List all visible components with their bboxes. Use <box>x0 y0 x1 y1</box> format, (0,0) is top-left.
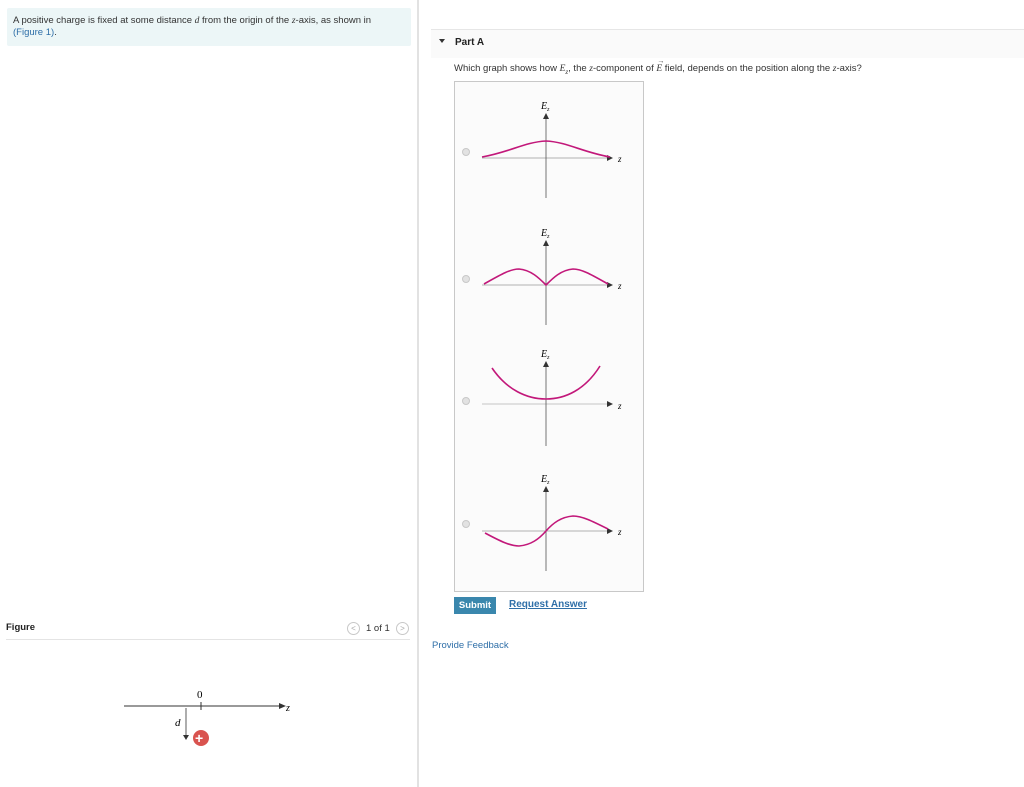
x-axis-arrow-icon <box>607 282 613 288</box>
x-axis-label: z <box>617 527 622 537</box>
y-axis-label: Ez <box>540 101 550 113</box>
answer-choices: Ez z Ez z Ez z Ez z <box>454 81 644 592</box>
figure-pager-text: 1 of 1 <box>366 623 390 634</box>
prev-figure-icon[interactable]: < <box>347 622 360 635</box>
charge-plus-sign: + <box>195 730 203 746</box>
intro-text: A positive charge is fixed at some dista… <box>13 15 371 39</box>
question-mid1: , the <box>568 63 590 74</box>
z-axis-arrow-icon <box>279 703 286 709</box>
y-axis-label: Ez <box>540 349 550 361</box>
submit-button[interactable]: Submit <box>454 597 496 614</box>
distance-arrow-icon <box>183 735 189 740</box>
question-pre: Which graph shows how <box>454 63 560 74</box>
y-axis-label: Ez <box>540 474 550 486</box>
provide-feedback-link[interactable]: Provide Feedback <box>432 640 509 651</box>
vector-arrow-icon: → <box>657 57 665 65</box>
next-figure-icon[interactable]: > <box>396 622 409 635</box>
y-axis-label: Ez <box>540 228 550 240</box>
y-axis-arrow-icon <box>543 361 549 367</box>
x-axis-arrow-icon <box>607 401 613 407</box>
ez-symbol: Ez <box>560 64 569 76</box>
problem-intro: A positive charge is fixed at some dista… <box>7 8 411 46</box>
y-axis-arrow-icon <box>543 486 549 492</box>
part-a-header[interactable]: Part A <box>431 29 1024 58</box>
figure-diagram: 0 z d + <box>124 689 290 746</box>
option-4-graph: Ez z <box>482 474 622 571</box>
column-divider <box>417 0 419 787</box>
x-axis-label: z <box>617 401 622 411</box>
option-2-graph: Ez z <box>482 228 622 325</box>
request-answer-link[interactable]: Request Answer <box>509 599 587 610</box>
e-vector-symbol: E → <box>656 57 664 74</box>
figure-z-label: z <box>285 703 290 714</box>
intro-mid: from the origin of the <box>199 15 292 26</box>
intro-prefix: A positive charge is fixed at some dista… <box>13 15 195 26</box>
figure-link[interactable]: (Figure 1) <box>13 27 54 38</box>
option-1-graph: Ez z <box>481 101 622 198</box>
question-post2: -axis? <box>836 63 862 74</box>
figure-divider <box>6 639 410 640</box>
option-3-graph: Ez z <box>482 349 622 446</box>
x-axis-label: z <box>617 154 622 164</box>
distance-label: d <box>175 717 181 729</box>
question-text: Which graph shows how Ez, the z-componen… <box>454 57 862 76</box>
e-vector-letter: E <box>656 64 663 74</box>
caret-down-icon[interactable] <box>439 39 445 43</box>
x-axis-label: z <box>617 281 622 291</box>
part-a-title: Part A <box>455 37 485 48</box>
y-axis-arrow-icon <box>543 113 549 119</box>
question-post1: field, depends on the position along the <box>662 63 833 74</box>
question-mid2: -component of <box>592 63 657 74</box>
figure-label: Figure <box>6 622 36 633</box>
intro-end: . <box>54 27 57 38</box>
intro-suffix: -axis, as shown in <box>295 15 372 26</box>
y-axis-arrow-icon <box>543 240 549 246</box>
origin-label: 0 <box>197 689 203 701</box>
